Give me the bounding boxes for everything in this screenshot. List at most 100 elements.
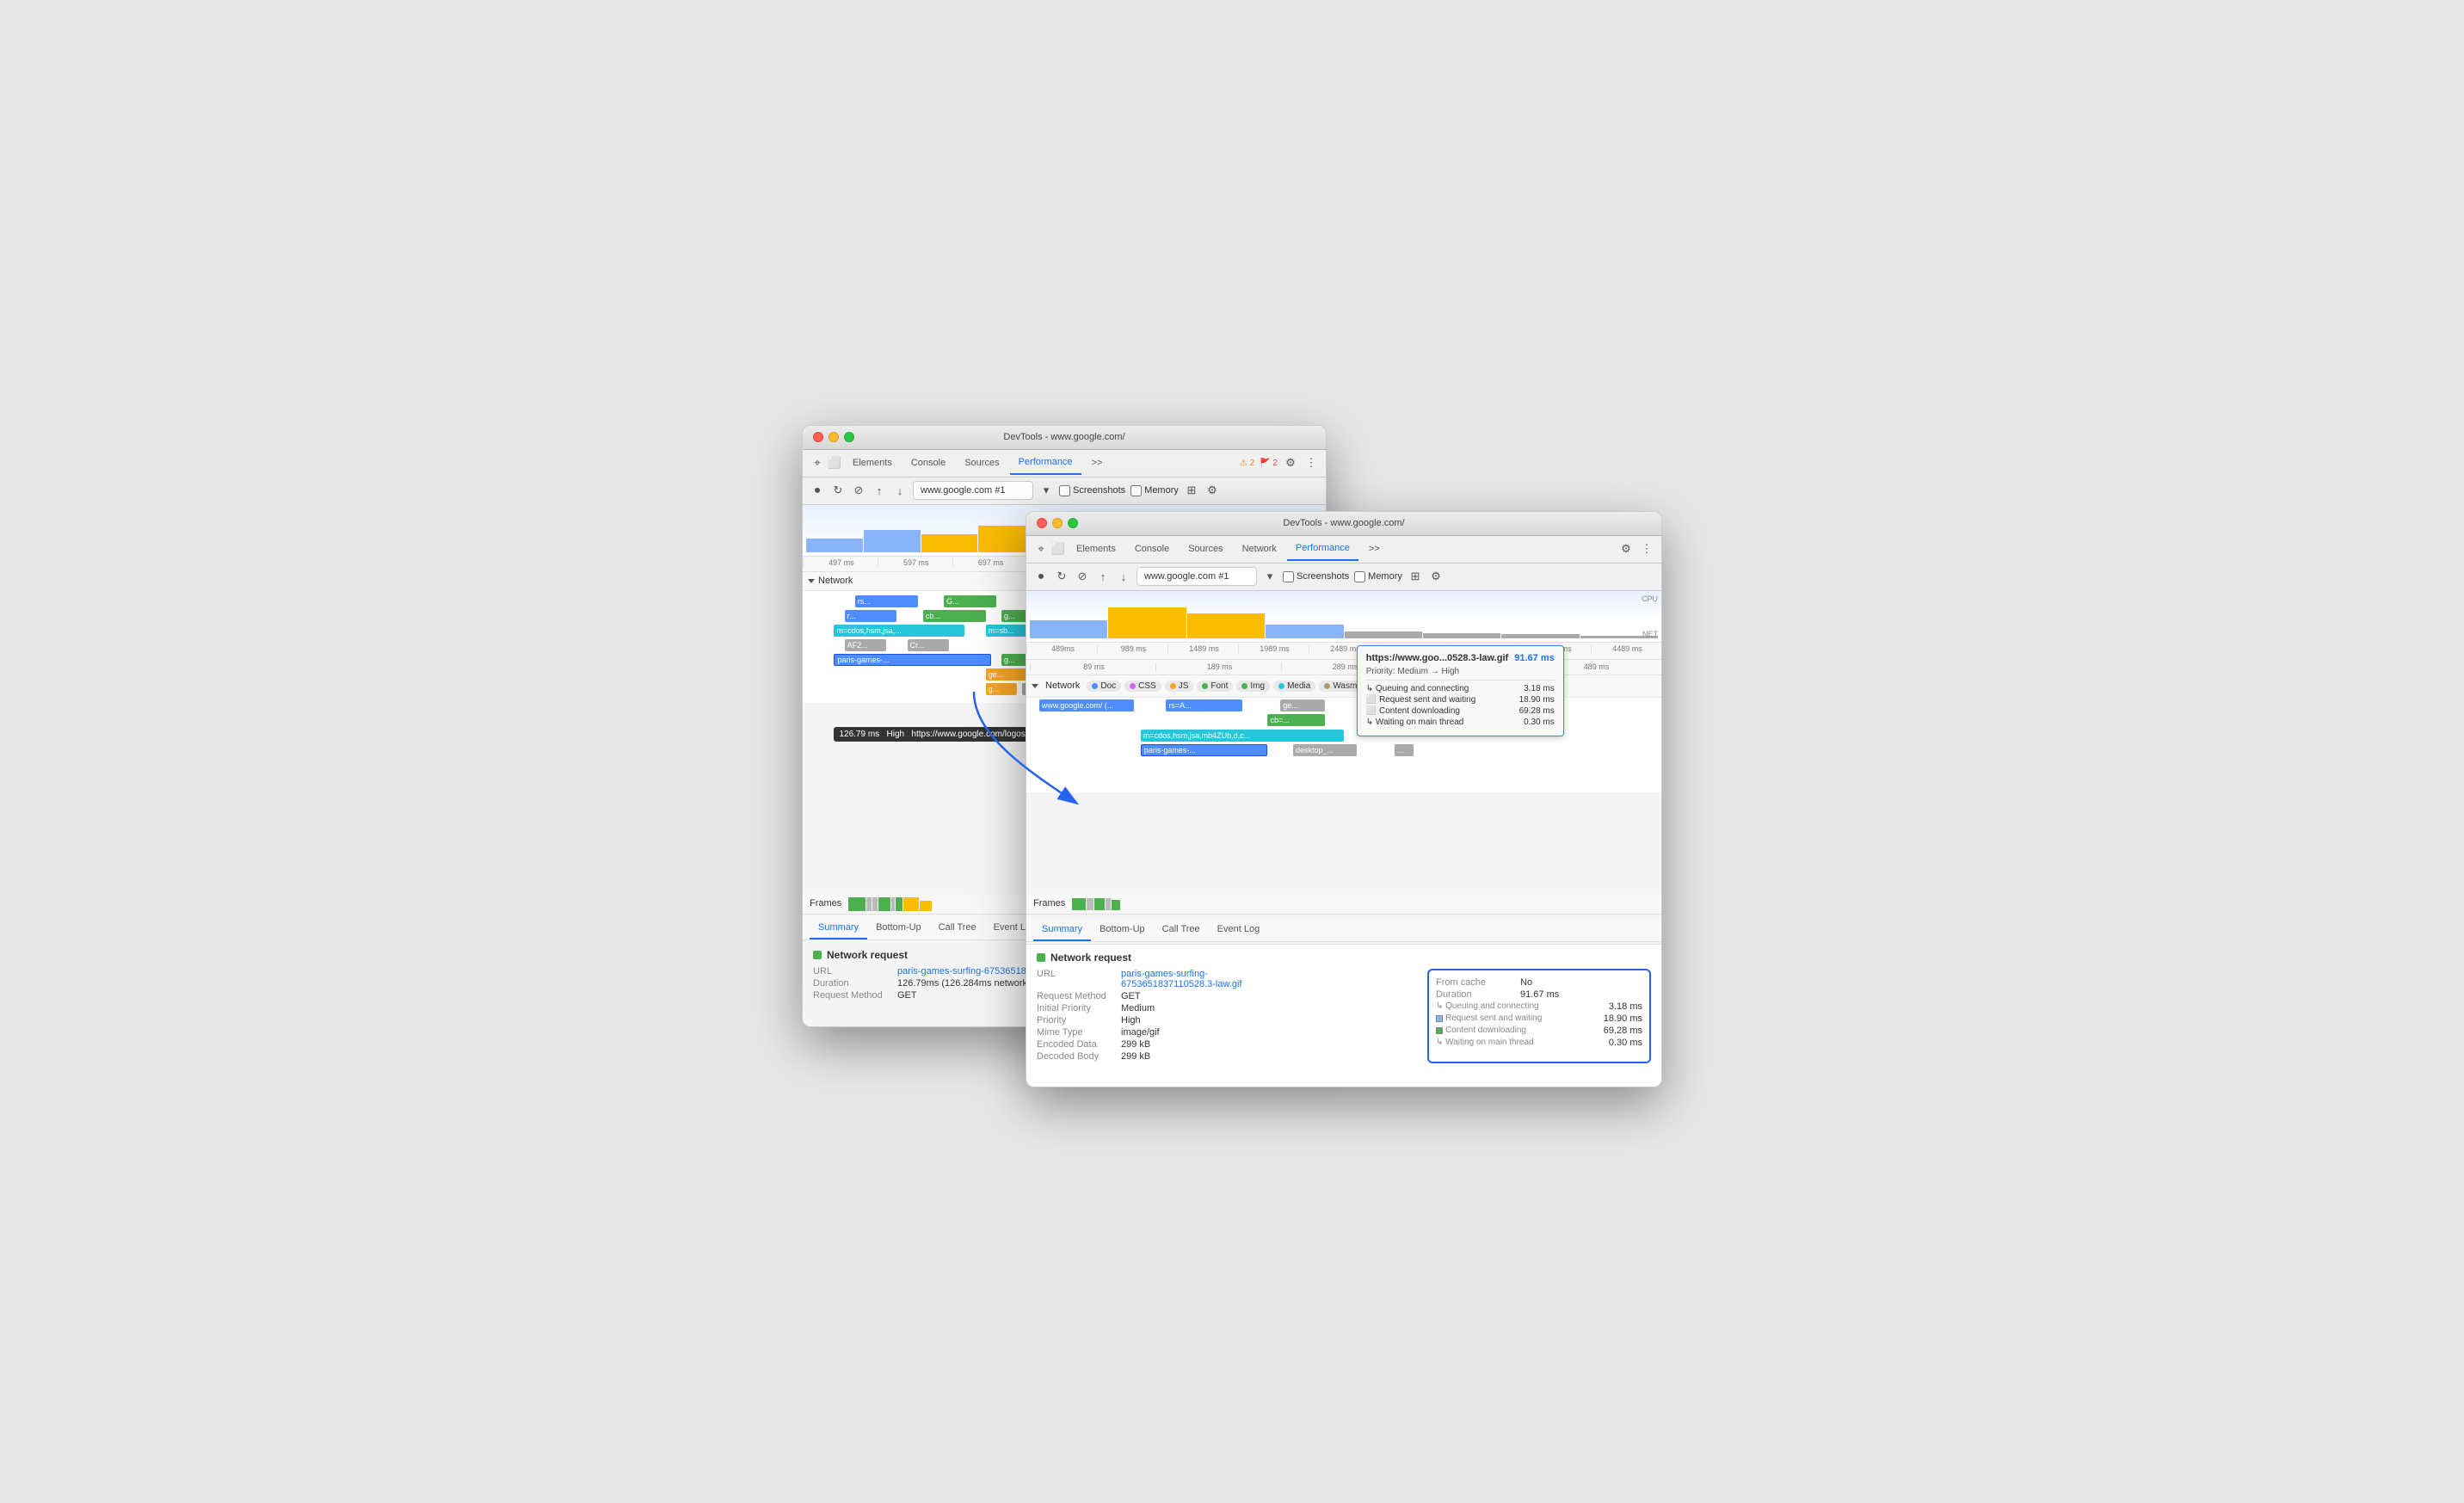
- net-bar-g4[interactable]: g...: [986, 683, 1017, 695]
- tab-performance-bg[interactable]: Performance: [1010, 451, 1081, 475]
- tab-performance-fg[interactable]: Performance: [1287, 537, 1358, 561]
- btab-calltree-bg[interactable]: Call Tree: [930, 917, 985, 939]
- net-bar-r[interactable]: r...: [845, 610, 897, 622]
- tab-elements-bg[interactable]: Elements: [844, 451, 901, 475]
- chip-doc[interactable]: Doc: [1087, 681, 1121, 692]
- settings2-icon-fg[interactable]: ⚙: [1428, 569, 1444, 584]
- detail-url-value-fg[interactable]: paris-games-surfing-6753651837110528.3-l…: [1121, 969, 1241, 989]
- frames-bar-fg: Frames: [1026, 894, 1661, 915]
- tab-sources-fg[interactable]: Sources: [1180, 537, 1231, 561]
- btab-calltree-fg[interactable]: Call Tree: [1154, 919, 1209, 941]
- net-bar-rs[interactable]: rs...: [855, 595, 918, 607]
- detail-decoded-label-fg: Decoded Body: [1037, 1051, 1114, 1062]
- tab-sources-bg[interactable]: Sources: [956, 451, 1007, 475]
- more-icon-bg[interactable]: ⋮: [1303, 455, 1319, 471]
- detail-decoded-value-fg: 299 kB: [1121, 1051, 1150, 1062]
- btab-summary-fg[interactable]: Summary: [1033, 919, 1091, 941]
- tooltip-value-4: 0.30 ms: [1524, 718, 1555, 727]
- net-bar-g1[interactable]: G...: [944, 595, 996, 607]
- close-button-bg[interactable]: [813, 432, 823, 442]
- net-bar-ge[interactable]: ge...: [986, 668, 1028, 681]
- url-input-bg[interactable]: [913, 481, 1033, 500]
- chip-wasm[interactable]: Wasm: [1319, 681, 1362, 692]
- annotation-cache-value: No: [1520, 977, 1532, 988]
- annotation-request-value: 18.90 ms: [1604, 1013, 1642, 1024]
- device-icon-bg[interactable]: ⬜: [827, 455, 842, 471]
- chip-js[interactable]: JS: [1165, 681, 1194, 692]
- frames-label-fg: Frames: [1033, 898, 1065, 909]
- annotation-duration-row: Duration 91.67 ms: [1436, 989, 1642, 1000]
- annotation-queuing-row: ↳ Queuing and connecting 3.18 ms: [1436, 1001, 1642, 1012]
- record-btn-fg[interactable]: ⏺: [1033, 569, 1049, 584]
- reload-btn-fg[interactable]: ↻: [1054, 569, 1069, 584]
- net-bar-fg-paris[interactable]: paris-games-...: [1141, 744, 1268, 756]
- screenshots-check-fg[interactable]: Screenshots: [1283, 571, 1349, 582]
- minimize-button-bg[interactable]: [829, 432, 839, 442]
- upload-btn-fg[interactable]: ↑: [1095, 569, 1111, 584]
- btab-summary-bg[interactable]: Summary: [810, 917, 867, 939]
- bottom-tabs-fg: Summary Bottom-Up Call Tree Event Log: [1026, 918, 1661, 942]
- url-chevron-fg[interactable]: ▾: [1262, 569, 1278, 584]
- tab-bar-bg: ⌖ ⬜ Elements Console Sources Performance…: [803, 450, 1326, 477]
- net-bar-fg-cb[interactable]: cb=...: [1267, 714, 1324, 726]
- detail-encoded-label-fg: Encoded Data: [1037, 1039, 1114, 1050]
- tab-console-fg[interactable]: Console: [1126, 537, 1178, 561]
- more-icon-fg[interactable]: ⋮: [1639, 541, 1654, 557]
- ruler-mark-3: 697 ms: [952, 558, 1027, 567]
- settings-icon-bg[interactable]: ⚙: [1283, 455, 1298, 471]
- memory-check-fg[interactable]: Memory: [1354, 571, 1402, 582]
- close-button-fg[interactable]: [1037, 518, 1047, 528]
- net-bar-cb[interactable]: cb...: [923, 610, 986, 622]
- memory-check-bg[interactable]: Memory: [1130, 485, 1179, 496]
- download-btn-bg[interactable]: ↓: [892, 483, 908, 498]
- tab-more-bg[interactable]: >>: [1083, 451, 1112, 475]
- chip-img[interactable]: Img: [1236, 681, 1270, 692]
- clear-btn-fg[interactable]: ⊘: [1075, 569, 1090, 584]
- annotation-detail-box: From cache No Duration 91.67 ms ↳ Queuin…: [1427, 969, 1651, 1063]
- maximize-button-fg[interactable]: [1068, 518, 1078, 528]
- screenshots-check-bg[interactable]: Screenshots: [1059, 485, 1125, 496]
- settings2-icon-bg[interactable]: ⚙: [1204, 483, 1220, 498]
- tab-more-fg[interactable]: >>: [1360, 537, 1389, 561]
- btab-eventlog-fg[interactable]: Event Log: [1209, 919, 1269, 941]
- upload-btn-bg[interactable]: ↑: [872, 483, 887, 498]
- net-bar-fg-www[interactable]: www.google.com/ (...: [1039, 699, 1135, 711]
- btab-bottomup-fg[interactable]: Bottom-Up: [1091, 919, 1154, 941]
- annotation-duration-value: 91.67 ms: [1520, 989, 1559, 1000]
- device-icon-fg[interactable]: ⬜: [1050, 541, 1066, 557]
- net-bar-fg-mcdos[interactable]: m=cdos,hsm,jsa,mb4ZUb,d,c...: [1141, 730, 1344, 742]
- net-bar-af2[interactable]: AF2...: [845, 639, 887, 651]
- clear-btn-bg[interactable]: ⊘: [851, 483, 866, 498]
- tooltip-title: https://www.goo...0528.3-law.gif 91.67 m…: [1366, 653, 1555, 663]
- net-bar-fg-ge[interactable]: ge...: [1280, 699, 1325, 711]
- cursor-icon-bg[interactable]: ⌖: [810, 455, 825, 471]
- chip-css[interactable]: CSS: [1124, 681, 1161, 692]
- net-bar-paris-highlighted[interactable]: paris-games-...: [834, 654, 990, 666]
- net-bar-fg-ellipsis[interactable]: ...: [1395, 744, 1414, 756]
- btab-bottomup-bg[interactable]: Bottom-Up: [867, 917, 930, 939]
- net-bar-fg-desktop[interactable]: desktop_...: [1293, 744, 1357, 756]
- cursor-icon-fg[interactable]: ⌖: [1033, 541, 1049, 557]
- tab-console-bg[interactable]: Console: [902, 451, 954, 475]
- network-throttle-bg[interactable]: ⊞: [1184, 483, 1199, 498]
- chip-font[interactable]: Font: [1197, 681, 1233, 692]
- net-bar-fg-rs[interactable]: rs=A...: [1166, 699, 1242, 711]
- record-btn-bg[interactable]: ⏺: [810, 483, 825, 498]
- settings-icon-fg[interactable]: ⚙: [1618, 541, 1634, 557]
- detail-method-value-bg: GET: [897, 990, 917, 1001]
- chip-media[interactable]: Media: [1273, 681, 1315, 692]
- maximize-button-bg[interactable]: [844, 432, 854, 442]
- net-bar-mcdos[interactable]: m=cdos,hsm,jsa,...: [834, 625, 964, 637]
- detail-decoded-row-fg: Decoded Body 299 kB: [1037, 1051, 1410, 1062]
- net-bar-cr[interactable]: Cr...: [908, 639, 950, 651]
- network-bars-fg: www.google.com/ (... rs=A... ge... searc…: [1026, 698, 1661, 792]
- tab-elements-fg[interactable]: Elements: [1068, 537, 1124, 561]
- network-throttle-fg[interactable]: ⊞: [1408, 569, 1423, 584]
- url-input-fg[interactable]: [1137, 567, 1257, 586]
- download-btn-fg[interactable]: ↓: [1116, 569, 1131, 584]
- minimize-button-fg[interactable]: [1052, 518, 1063, 528]
- url-chevron-bg[interactable]: ▾: [1038, 483, 1054, 498]
- tab-network-fg[interactable]: Network: [1234, 537, 1285, 561]
- reload-btn-bg[interactable]: ↻: [830, 483, 846, 498]
- detail-initpri-value-fg: Medium: [1121, 1003, 1155, 1013]
